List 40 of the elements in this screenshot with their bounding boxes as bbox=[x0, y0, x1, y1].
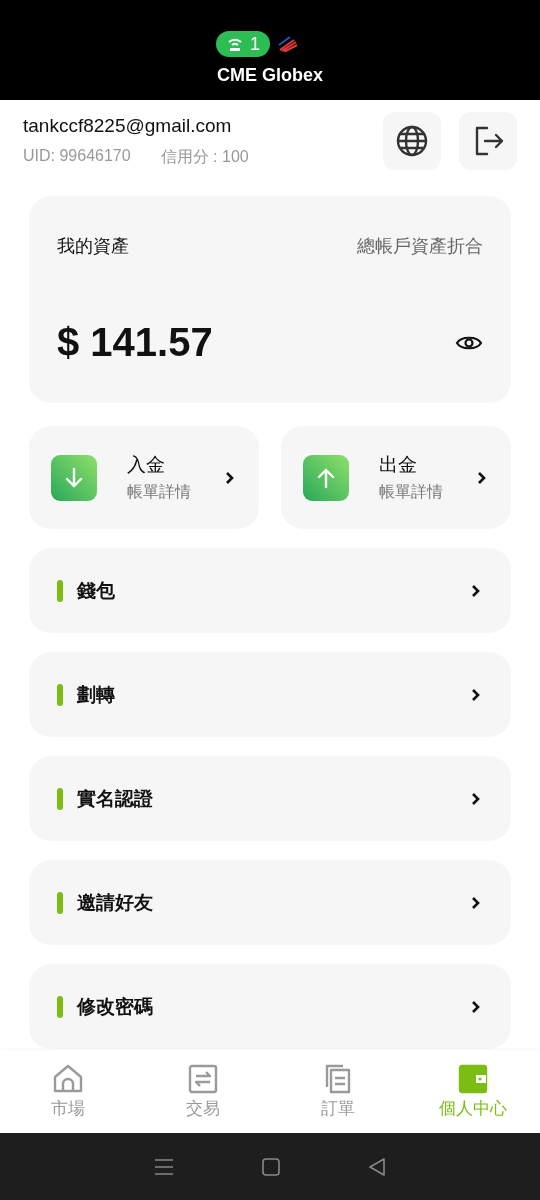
chevron-icon bbox=[471, 687, 481, 702]
chevron-icon bbox=[471, 895, 481, 910]
logout-button[interactable] bbox=[459, 112, 517, 170]
action-icon bbox=[303, 454, 349, 501]
app-title: CME Globex bbox=[217, 65, 323, 86]
action-label: 入金 bbox=[127, 453, 166, 477]
action-card[interactable]: 入金 帳單詳情 bbox=[29, 426, 259, 529]
menu-item[interactable]: 邀請好友 bbox=[29, 860, 511, 945]
menu-item[interactable]: 實名認證 bbox=[29, 756, 511, 841]
menu-icon[interactable] bbox=[154, 1157, 174, 1176]
menu-item[interactable]: 劃轉 bbox=[29, 652, 511, 737]
assets-subtitle: 總帳戶資產折合 bbox=[357, 235, 483, 258]
account-email: tankccf8225@gmail.com bbox=[23, 114, 233, 137]
accent-bar bbox=[57, 891, 63, 914]
credit-score: 信用分 : 100 bbox=[160, 146, 249, 167]
chevron-icon bbox=[471, 583, 481, 598]
accent-bar bbox=[57, 683, 63, 706]
asset-amount: $ 141.57 bbox=[57, 320, 213, 365]
action-sublabel: 帳單詳情 bbox=[379, 482, 444, 502]
chevron-icon bbox=[477, 470, 487, 485]
chevron-icon bbox=[471, 999, 481, 1014]
action-icon bbox=[51, 454, 97, 501]
menu-item[interactable]: 錢包 bbox=[29, 548, 511, 633]
uid-text: UID: 99646170 bbox=[23, 146, 131, 166]
action-label: 出金 bbox=[379, 453, 418, 477]
globe-icon bbox=[395, 124, 429, 158]
assets-title: 我的資產 bbox=[57, 235, 129, 258]
chevron-icon bbox=[471, 791, 481, 806]
accent-bar bbox=[57, 579, 63, 602]
accent-bar bbox=[57, 787, 63, 810]
action-sublabel: 帳單詳情 bbox=[127, 482, 192, 502]
language-button[interactable] bbox=[383, 112, 441, 170]
chevron-icon bbox=[225, 470, 235, 485]
home-icon[interactable] bbox=[262, 1157, 280, 1176]
flag-icon bbox=[278, 36, 298, 52]
back-icon[interactable] bbox=[368, 1157, 386, 1176]
accent-bar bbox=[57, 995, 63, 1018]
menu-item[interactable]: 修改密碼 bbox=[29, 964, 511, 1049]
hotspot-badge: 1 bbox=[216, 31, 270, 57]
action-card[interactable]: 出金 帳單詳情 bbox=[281, 426, 511, 529]
